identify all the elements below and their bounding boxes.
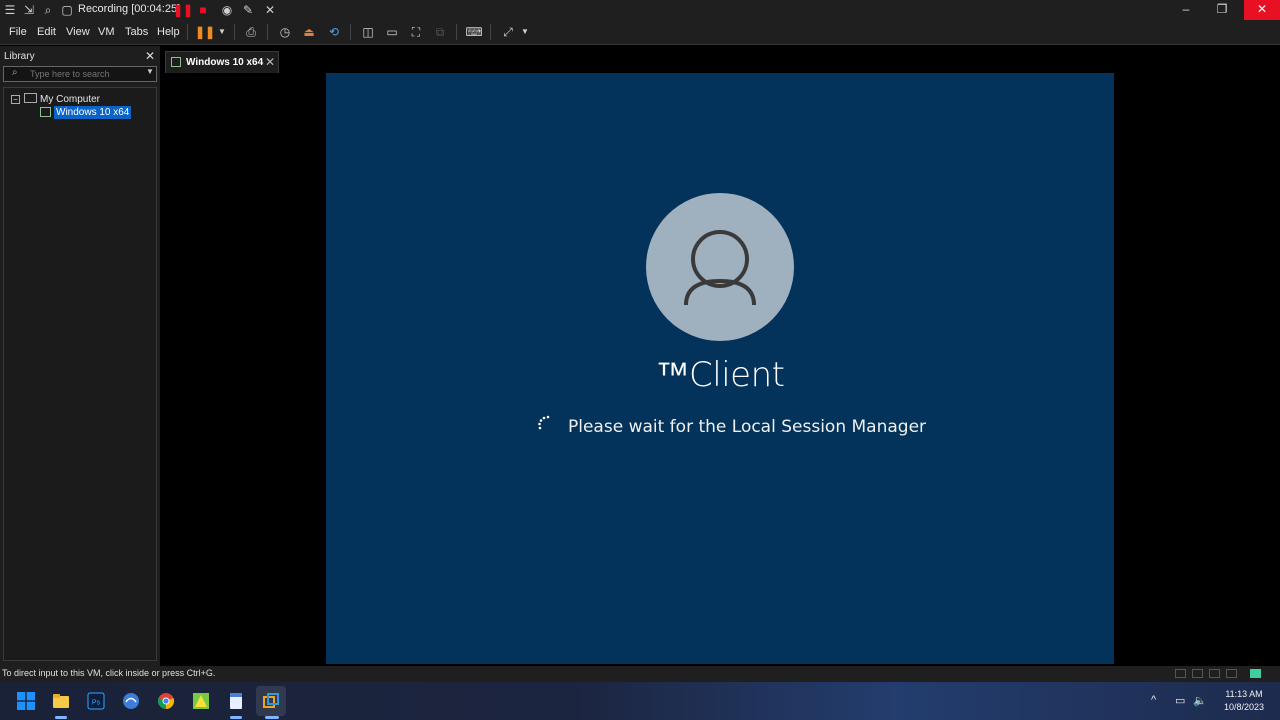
status-bar: To direct input to this VM, click inside… [0,666,1280,682]
menu-file[interactable]: File [9,26,27,38]
running-indicator [55,716,67,719]
search-dropdown-icon[interactable]: ▼ [146,67,154,76]
power-dropdown-icon[interactable]: ▼ [213,24,231,40]
recording-label: Recording [00:04:25] [78,3,181,15]
full-screen-icon[interactable]: ⛶ [407,24,425,40]
toolbar-separator [490,24,491,40]
console-view-icon[interactable]: ⌨ [465,24,483,40]
search-icon: ⌕ [12,67,18,78]
stretch-guest-icon[interactable]: ⤢ [499,24,517,40]
vm-icon [40,107,51,117]
notes-icon [230,693,242,709]
stop-recording-icon[interactable]: ■ [196,3,210,17]
tree-item-my-computer[interactable]: My Computer [40,94,100,105]
tab-close-icon[interactable]: ✕ [265,55,275,69]
menu-help[interactable]: Help [157,26,180,38]
title-bar: ☰ ⇲ ⌕ ▢ Recording [00:04:25] ❚❚ ■ ◉ ✎ ✕ … [0,0,1280,20]
recording-frame-icon: ▢ [61,3,73,17]
clock-date: 10/8/2023 [1223,702,1265,712]
snapshot-icon[interactable]: ◷ [276,24,294,40]
library-tree: − My Computer Windows 10 x64 [3,87,157,661]
blue-app-icon [123,693,139,709]
toolbar-separator [234,24,235,40]
green-app-icon [193,693,209,709]
sound-device-icon[interactable] [1209,669,1220,678]
zoom-icon[interactable]: ⌕ [41,3,55,17]
library-close-icon[interactable]: ✕ [145,49,155,63]
user-avatar [646,193,794,341]
tab-label: Windows 10 x64 [186,57,264,68]
collapse-icon[interactable]: − [11,95,20,104]
photoshop-icon: Ps [87,692,105,710]
taskbar-app-green[interactable] [186,686,216,716]
tab-strip: Windows 10 x64 ✕ [162,50,1280,73]
network-icon[interactable]: ▭ [1175,694,1185,707]
vmware-icon [263,693,279,708]
menu-vm[interactable]: VM [98,26,115,38]
taskbar: Ps ^ ▭ 🔈 11:13 AM 10/8/2023 [0,682,1280,720]
taskbar-app-blue[interactable] [116,686,146,716]
taskbar-photoshop[interactable]: Ps [81,686,111,716]
vm-icon [171,57,181,67]
menu-view[interactable]: View [66,26,90,38]
stretch-dropdown-icon[interactable]: ▼ [516,24,534,40]
menu-edit[interactable]: Edit [37,26,56,38]
taskbar-app-notes[interactable] [221,686,251,716]
running-indicator [230,716,242,719]
hamburger-menu-icon[interactable]: ☰ [3,3,17,17]
snapshot-manager-icon[interactable]: ⟲ [325,24,343,40]
pause-recording-icon[interactable]: ❚❚ [173,3,193,17]
toolbar-separator [350,24,351,40]
message-log-icon[interactable] [1250,669,1261,678]
minimize-button[interactable]: – [1168,0,1204,20]
unity-icon[interactable]: ⧉ [431,24,449,40]
start-button[interactable] [11,686,41,716]
library-title: Library [4,51,35,62]
show-hidden-icons-icon[interactable]: ^ [1151,694,1156,706]
menu-bar: File Edit View VM Tabs Help ❚❚ ▼ ⎙ ◷ ⏏ ⟲… [0,20,1280,45]
toolbar-separator [456,24,457,40]
show-library-icon[interactable]: ◫ [359,24,377,40]
pen-icon[interactable]: ✎ [241,3,255,17]
menu-tabs[interactable]: Tabs [125,26,148,38]
chrome-icon [157,693,175,710]
network-device-icon[interactable] [1175,669,1186,678]
user-name: ™Client [655,355,785,395]
close-recording-icon[interactable]: ✕ [263,3,277,17]
show-thumbnail-icon[interactable]: ▭ [383,24,401,40]
toolbar-separator [187,24,188,40]
computer-icon [24,93,37,103]
restore-button[interactable]: ❐ [1204,0,1240,20]
taskbar-file-explorer[interactable] [46,686,76,716]
close-button[interactable]: ✕ [1244,0,1280,20]
clock-time: 11:13 AM [1225,689,1263,699]
display-device-icon[interactable] [1226,669,1237,678]
system-clock[interactable]: 11:13 AM 10/8/2023 [1218,688,1270,714]
status-text: To direct input to this VM, click inside… [2,668,216,678]
library-panel: Library ✕ ⌕ ▼ − My Computer Windows 10 x… [0,46,160,666]
revert-snapshot-icon[interactable]: ⏏ [300,24,318,40]
folder-icon [53,694,69,708]
tree-item-windows-10-x64[interactable]: Windows 10 x64 [54,106,132,119]
status-message: Please wait for the Local Session Manage… [568,417,927,437]
taskbar-vmware[interactable] [256,686,286,716]
library-search-input[interactable] [30,68,140,80]
send-ctrl-alt-del-icon[interactable]: ⎙ [242,24,260,40]
suspend-vm-icon[interactable]: ❚❚ [195,24,215,40]
camera-icon[interactable]: ◉ [220,3,234,17]
windows-logo-icon [17,692,35,710]
minimize-recording-icon[interactable]: ⇲ [22,3,36,17]
vm-display[interactable]: ™Client Please wait for the Local Sessio… [326,73,1114,664]
volume-icon[interactable]: 🔈 [1193,694,1207,707]
taskbar-chrome[interactable] [151,686,181,716]
tab-windows-10-x64[interactable]: Windows 10 x64 ✕ [165,51,279,73]
toolbar-separator [267,24,268,40]
user-icon [684,230,756,306]
printer-device-icon[interactable] [1192,669,1203,678]
loading-spinner-icon [538,415,550,430]
svg-text:Ps: Ps [92,700,101,707]
active-indicator [265,716,279,719]
library-search-box[interactable]: ⌕ ▼ [3,66,157,82]
